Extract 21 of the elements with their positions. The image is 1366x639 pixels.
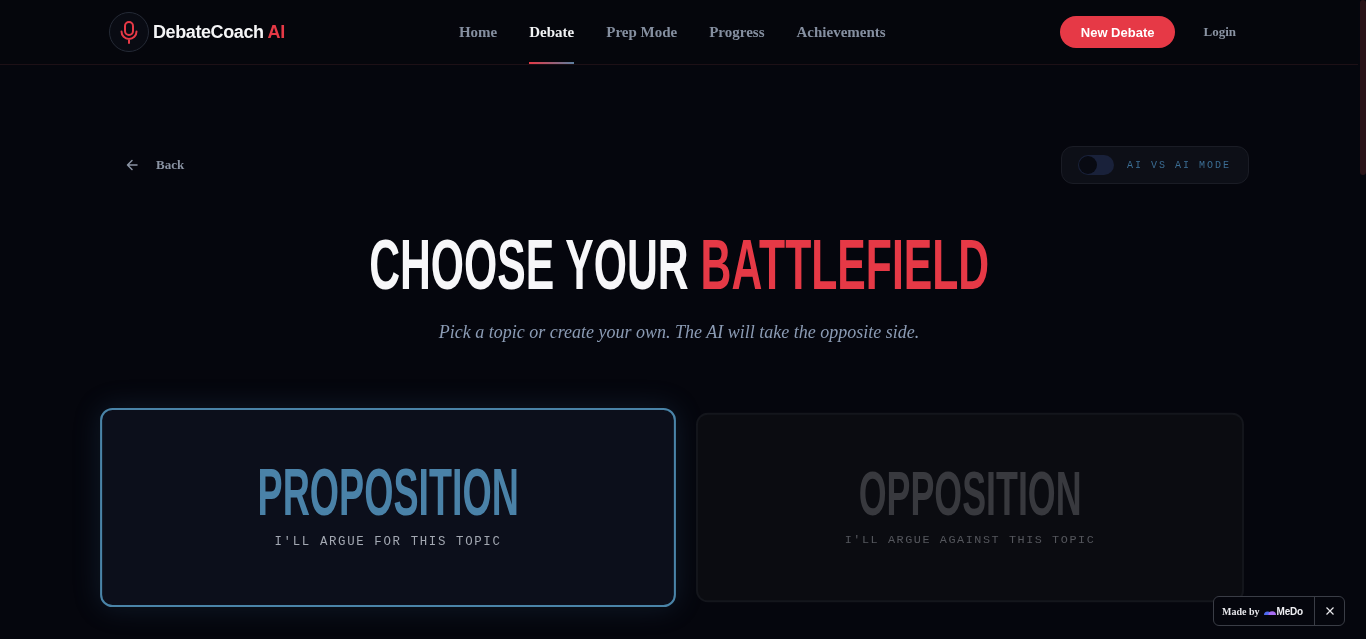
side-card[interactable]: PROPOSITION I'LL ARGUE FOR THIS TOPIC	[100, 407, 676, 608]
microphone-icon	[109, 12, 149, 52]
arrow-left-icon	[126, 159, 138, 171]
nav-link[interactable]: Prep Mode	[606, 0, 678, 64]
side-title: PROPOSITION	[257, 459, 519, 526]
page-subtitle: Pick a topic or create your own. The AI will take the opposite side.	[438, 321, 920, 344]
nav-link[interactable]: Achievements	[796, 0, 886, 64]
login-link[interactable]: Login	[1190, 20, 1249, 44]
side-description: I'LL ARGUE FOR THIS TOPIC	[274, 533, 502, 551]
new-debate-button[interactable]: New Debate	[1059, 16, 1176, 48]
logo-text[interactable]: DebateCoach AI	[153, 21, 285, 43]
scrollbar-thumb[interactable]	[1360, 0, 1366, 175]
side-description: I'LL ARGUE AGAINST THIS TOPIC	[844, 532, 1096, 549]
back-button[interactable]: Back	[109, 149, 202, 181]
nav-link[interactable]: Debate	[529, 0, 575, 64]
nav-link[interactable]: Progress	[709, 0, 765, 64]
toggle-label: AI VS AI MODE	[1127, 159, 1231, 171]
toggle-switch[interactable]	[1078, 155, 1114, 175]
nav-link[interactable]: Home	[458, 0, 498, 64]
page-title: CHOOSE YOUR BATTLEFIELD	[369, 230, 989, 300]
close-icon	[1325, 607, 1334, 615]
